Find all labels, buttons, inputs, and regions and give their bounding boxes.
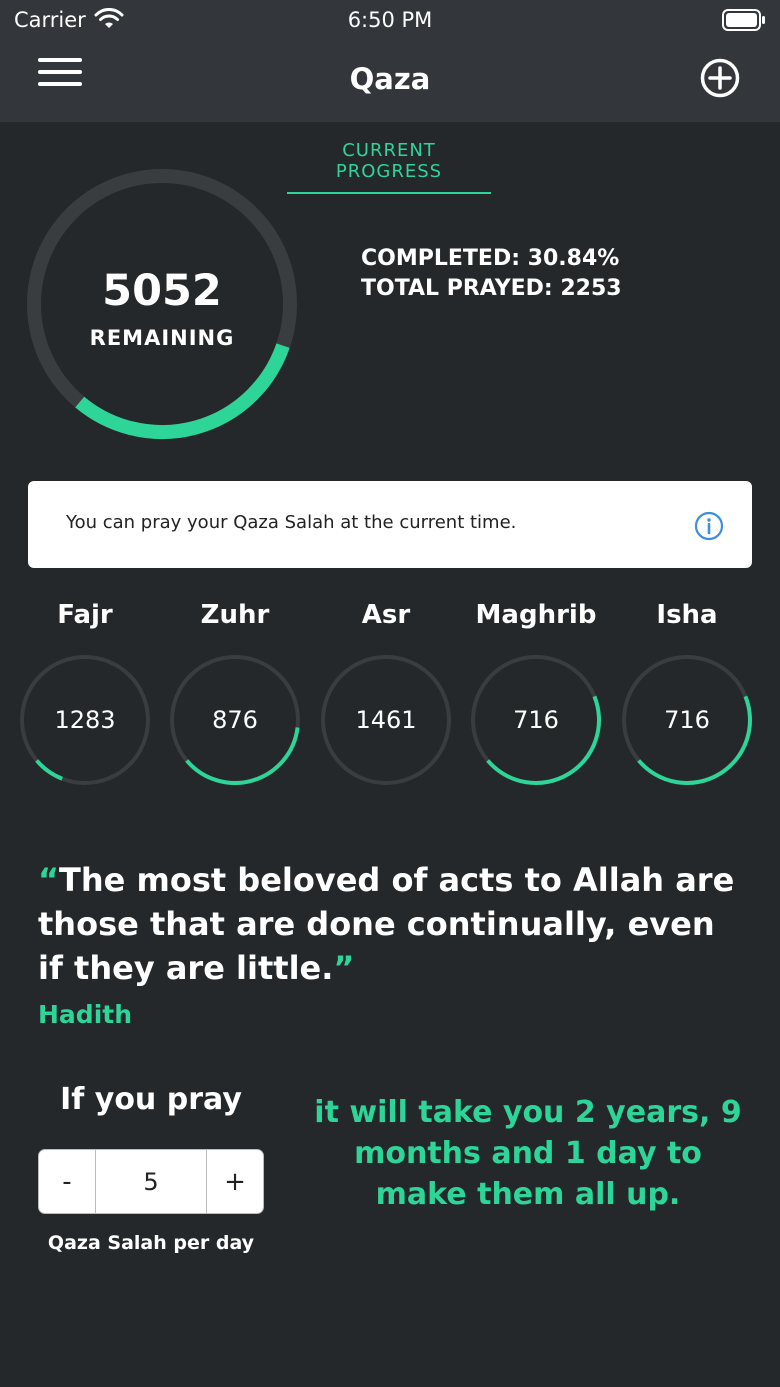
completion-estimate: it will take you 2 years, 9 months and 1… — [314, 1095, 742, 1212]
clock: 6:50 PM — [347, 8, 433, 32]
info-icon[interactable] — [694, 511, 724, 541]
prayer-fajr[interactable]: Fajr 1283 — [17, 600, 153, 788]
main-progress-arc — [75, 343, 290, 439]
prayer-asr[interactable]: Asr 1461 — [318, 600, 454, 788]
prayer-count: 716 — [664, 706, 710, 734]
stepper-caption: Qaza Salah per day — [47, 1232, 255, 1254]
tab-current-progress[interactable]: CURRENT PROGRESS — [287, 140, 491, 194]
nav-bar: Qaza — [0, 40, 780, 122]
quote-text: The most beloved of acts to Allah are th… — [38, 861, 735, 987]
prayer-count: 716 — [513, 706, 559, 734]
increment-button[interactable]: + — [207, 1150, 263, 1213]
close-quote-mark: ” — [333, 949, 355, 987]
remaining-label: REMAINING — [89, 326, 235, 350]
prayer-ring: 716 — [468, 652, 604, 788]
plus-circle-icon[interactable] — [700, 58, 740, 98]
open-quote-mark: “ — [38, 861, 60, 899]
info-text: You can pray your Qaza Salah at the curr… — [66, 512, 517, 533]
prayer-count: 1283 — [54, 706, 116, 734]
battery-icon — [722, 9, 765, 31]
prayer-count: 876 — [212, 706, 258, 734]
decrement-button[interactable]: - — [39, 1150, 95, 1213]
prayer-maghrib[interactable]: Maghrib 716 — [468, 600, 604, 788]
prayer-name: Isha — [656, 600, 718, 630]
quote-source: Hadith — [38, 1000, 133, 1029]
prayer-name: Zuhr — [200, 600, 270, 630]
prayer-name: Asr — [361, 600, 411, 630]
prayer-count: 1461 — [355, 706, 417, 734]
status-bar: Carrier 6:50 PM — [0, 0, 780, 40]
remaining-count: 5052 — [102, 266, 222, 316]
hadith-quote: “The most beloved of acts to Allah are t… — [38, 858, 744, 990]
prayer-zuhr[interactable]: Zuhr 876 — [167, 600, 303, 788]
page-title: Qaza — [349, 62, 431, 96]
prayer-name: Maghrib — [475, 600, 597, 630]
if-you-pray-label: If you pray — [60, 1082, 242, 1117]
total-prayed-stat: TOTAL PRAYED: 2253 — [361, 276, 622, 301]
quantity-stepper: - 5 + — [38, 1149, 264, 1214]
info-card: You can pray your Qaza Salah at the curr… — [28, 481, 752, 568]
stepper-value[interactable]: 5 — [95, 1150, 207, 1213]
completed-stat: COMPLETED: 30.84% — [361, 246, 620, 271]
prayer-ring: 876 — [167, 652, 303, 788]
prayer-ring: 1283 — [17, 652, 153, 788]
prayer-ring: 1461 — [318, 652, 454, 788]
prayer-isha[interactable]: Isha 716 — [619, 600, 755, 788]
prayer-ring: 716 — [619, 652, 755, 788]
prayer-name: Fajr — [57, 600, 113, 630]
